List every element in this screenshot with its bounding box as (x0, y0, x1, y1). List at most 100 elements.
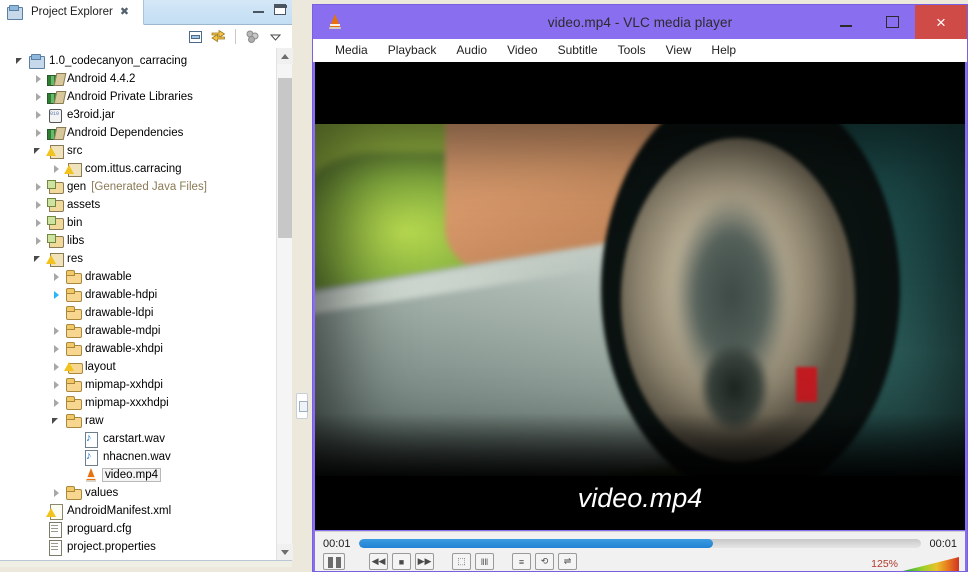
source-folder-warning-icon (46, 251, 64, 267)
menu-view[interactable]: View (656, 41, 702, 59)
folder-icon (64, 377, 82, 393)
close-icon[interactable]: ✖ (120, 6, 129, 18)
tree-item[interactable]: drawable-ldpi (0, 304, 272, 322)
maximize-button[interactable] (869, 5, 915, 39)
tree-item[interactable]: Android Private Libraries (0, 88, 272, 106)
tree-item[interactable]: drawable-hdpi (0, 286, 272, 304)
tree-item[interactable]: nhacnen.wav (0, 448, 272, 466)
tree-item[interactable]: drawable (0, 268, 272, 286)
expand-arrow-closed-icon[interactable] (32, 178, 46, 196)
play-pause-button[interactable] (323, 553, 345, 570)
expand-arrow-placeholder (32, 538, 46, 556)
tree-item[interactable]: proguard.cfg (0, 520, 272, 538)
stop-button[interactable]: ■ (392, 553, 411, 570)
video-surface[interactable]: video.mp4 (315, 62, 965, 530)
project-tree[interactable]: 1.0_codecanyon_carracing Android 4.4.2 And… (0, 48, 292, 560)
previous-button[interactable]: ◀◀ (369, 553, 388, 570)
close-button[interactable]: × (915, 5, 967, 39)
expand-arrow-closed-icon[interactable] (32, 196, 46, 214)
expand-arrow-closed-icon[interactable] (50, 160, 64, 178)
expand-arrow-closed-icon[interactable] (32, 124, 46, 142)
random-button[interactable]: ⇌ (558, 553, 577, 570)
scroll-up-arrow-icon[interactable] (277, 48, 293, 64)
tree-item-label: Android 4.4.2 (67, 73, 136, 85)
expand-arrow-closed-icon[interactable] (32, 106, 46, 124)
file-icon (46, 539, 64, 556)
volume-area[interactable]: 125% (871, 557, 959, 571)
expand-arrow-closed-icon[interactable] (50, 268, 64, 286)
tree-item[interactable]: drawable-mdpi (0, 322, 272, 340)
extended-settings-button[interactable]: ‖‖ (475, 553, 494, 570)
expand-arrow-open-icon[interactable] (14, 52, 28, 70)
link-with-editor-icon[interactable] (210, 28, 227, 45)
menu-video[interactable]: Video (497, 41, 547, 59)
tree-item[interactable]: res (0, 250, 272, 268)
next-button[interactable]: ▶▶ (415, 553, 434, 570)
expand-arrow-placeholder (68, 430, 82, 448)
minimize-button[interactable] (823, 5, 869, 39)
tree-item-label: Android Dependencies (67, 127, 184, 139)
expand-arrow-closed-icon[interactable] (32, 70, 46, 88)
tree-item-label: video.mp4 (101, 468, 162, 482)
tab-project-explorer[interactable]: Project Explorer ✖ (0, 0, 144, 25)
expand-arrow-closed-icon[interactable] (50, 358, 64, 376)
tree-item[interactable]: assets (0, 196, 272, 214)
expand-arrow-closed-icon[interactable] (50, 286, 64, 304)
menu-tools[interactable]: Tools (608, 41, 656, 59)
tree-item[interactable]: values (0, 484, 272, 502)
tree-item[interactable]: libs (0, 232, 272, 250)
scroll-down-arrow-icon[interactable] (277, 544, 293, 560)
expand-arrow-open-icon[interactable] (32, 142, 46, 160)
expand-arrow-closed-icon[interactable] (50, 394, 64, 412)
expand-arrow-closed-icon[interactable] (32, 232, 46, 250)
focus-on-active-task-icon[interactable] (244, 28, 261, 45)
tree-item[interactable]: com.ittus.carracing (0, 160, 272, 178)
tree-item[interactable]: AndroidManifest.xml (0, 502, 272, 520)
tree-item[interactable]: 1.0_codecanyon_carracing (0, 52, 272, 70)
expand-arrow-closed-icon[interactable] (50, 376, 64, 394)
folder-icon (64, 485, 82, 501)
expand-arrow-open-icon[interactable] (50, 412, 64, 430)
video-bottom-fade-layer (315, 412, 965, 476)
loop-button[interactable]: ⟲ (535, 553, 554, 570)
tree-item[interactable]: mipmap-xxhdpi (0, 376, 272, 394)
tree-item[interactable]: e3roid.jar (0, 106, 272, 124)
fullscreen-button[interactable]: ⬚ (452, 553, 471, 570)
view-menu-icon[interactable] (267, 28, 284, 45)
expand-arrow-closed-icon[interactable] (50, 340, 64, 358)
tree-item[interactable]: gen [Generated Java Files] (0, 178, 272, 196)
seek-slider[interactable] (358, 539, 922, 548)
menu-help[interactable]: Help (701, 41, 746, 59)
expand-arrow-closed-icon[interactable] (32, 88, 46, 106)
tree-item[interactable]: mipmap-xxxhdpi (0, 394, 272, 412)
tree-item[interactable]: Android 4.4.2 (0, 70, 272, 88)
tree-vertical-scrollbar[interactable] (276, 48, 293, 560)
tree-item[interactable]: Android Dependencies (0, 124, 272, 142)
tree-item[interactable]: carstart.wav (0, 430, 272, 448)
tree-item[interactable]: src (0, 142, 272, 160)
menu-subtitle[interactable]: Subtitle (548, 41, 608, 59)
expand-arrow-closed-icon[interactable] (32, 214, 46, 232)
vlc-title-bar[interactable]: video.mp4 - VLC media player × (313, 5, 967, 39)
tree-item[interactable]: bin (0, 214, 272, 232)
minimize-view-icon[interactable] (253, 5, 264, 14)
menu-playback[interactable]: Playback (378, 41, 447, 59)
menu-audio[interactable]: Audio (446, 41, 497, 59)
expand-arrow-open-icon[interactable] (32, 250, 46, 268)
maximize-view-icon[interactable] (274, 4, 287, 15)
tree-item-label: values (85, 487, 119, 499)
playlist-button[interactable]: ≡ (512, 553, 531, 570)
scrollbar-thumb[interactable] (278, 78, 292, 238)
editor-area-restore-handle[interactable] (296, 393, 308, 419)
tree-item[interactable]: drawable-xhdpi (0, 340, 272, 358)
volume-slider[interactable] (903, 557, 959, 571)
collapse-all-icon[interactable] (187, 28, 204, 45)
menu-media[interactable]: Media (325, 41, 378, 59)
tree-item[interactable]: video.mp4 (0, 466, 272, 484)
tree-item[interactable]: project.properties (0, 538, 272, 556)
tree-item[interactable]: layout (0, 358, 272, 376)
remaining-time[interactable]: 00:01 (929, 538, 957, 550)
expand-arrow-closed-icon[interactable] (50, 322, 64, 340)
expand-arrow-closed-icon[interactable] (50, 484, 64, 502)
tree-item[interactable]: raw (0, 412, 272, 430)
